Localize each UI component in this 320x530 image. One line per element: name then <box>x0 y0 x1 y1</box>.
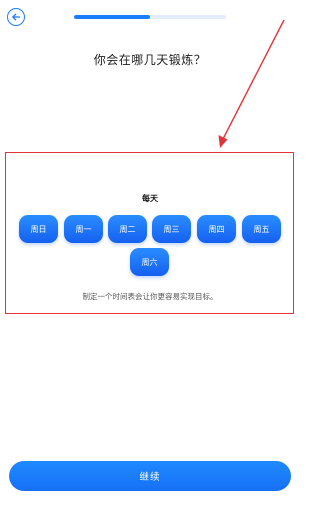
frequency-label: 每天 <box>142 194 158 203</box>
day-button-wednesday[interactable]: 周三 <box>152 215 191 243</box>
day-button-sunday[interactable]: 周日 <box>19 215 58 243</box>
day-button-friday[interactable]: 周五 <box>242 215 281 243</box>
day-button-thursday[interactable]: 周四 <box>197 215 236 243</box>
continue-button[interactable]: 继续 <box>9 461 291 491</box>
day-button-saturday[interactable]: 周六 <box>130 248 169 276</box>
app-screen: 你会在哪几天锻炼？ 每天 周日 周一 周二 周三 周四 周五 周六 制定一个时间… <box>0 0 300 530</box>
day-button-tuesday[interactable]: 周二 <box>108 215 147 243</box>
day-button-monday[interactable]: 周一 <box>64 215 103 243</box>
schedule-hint: 制定一个时间表会让你更容易实现目标。 <box>82 292 218 301</box>
